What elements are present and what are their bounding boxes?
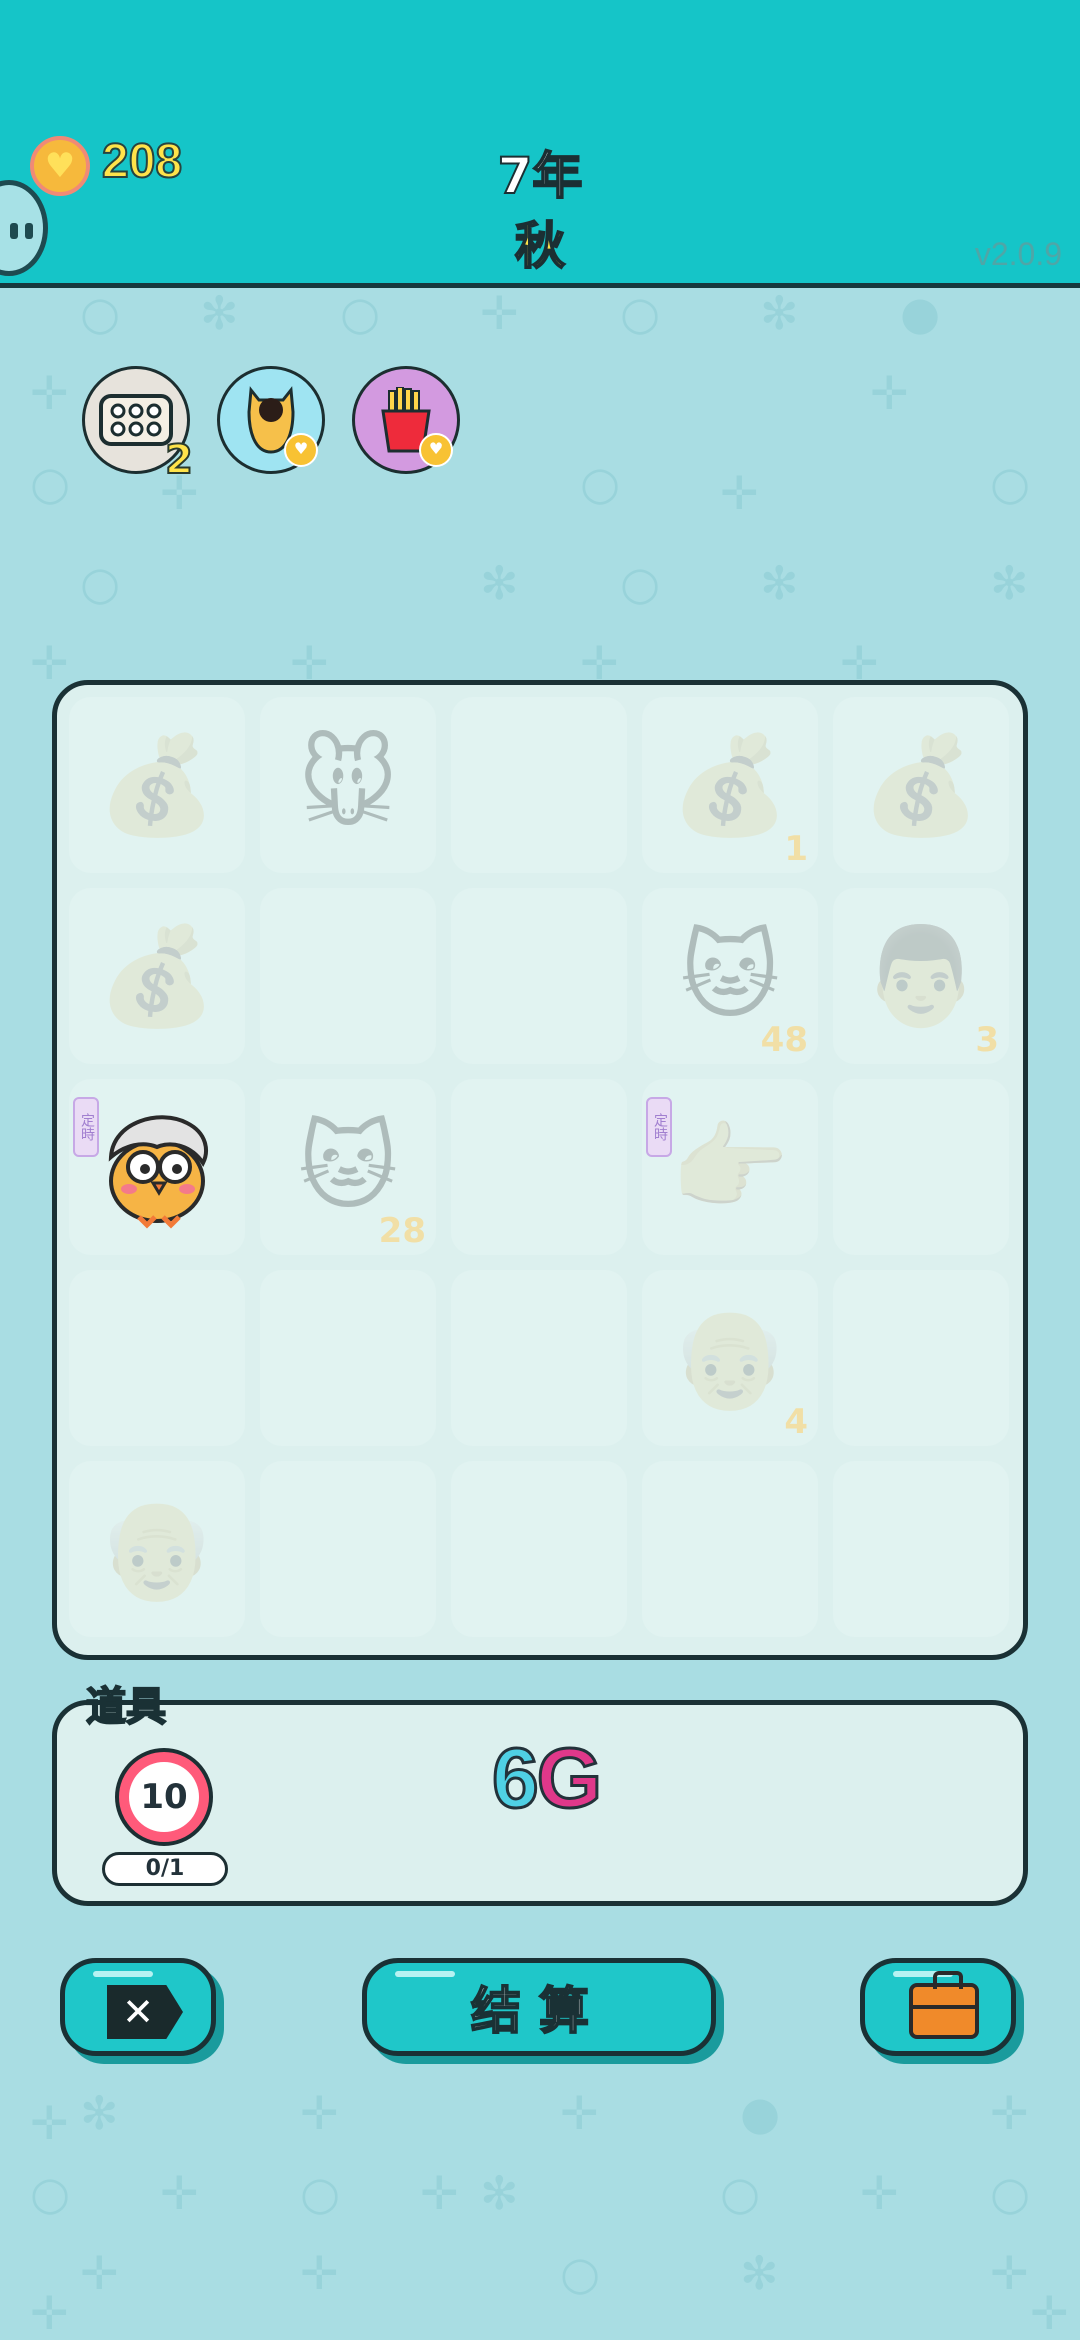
old-man-face-icon: 👴 <box>97 1492 217 1605</box>
cell-tag: 定時 <box>646 1097 672 1157</box>
board-cell[interactable] <box>833 1270 1009 1446</box>
cell-count: 28 <box>378 1211 426 1251</box>
heart-badge-icon: ♥ <box>284 433 318 467</box>
board-cell[interactable] <box>451 888 627 1064</box>
board-cell[interactable] <box>451 697 627 873</box>
board-cell[interactable] <box>451 1461 627 1637</box>
board-cell[interactable]: 💰 <box>833 697 1009 873</box>
board-cell[interactable] <box>833 1461 1009 1637</box>
board-cell[interactable]: 🐭 <box>260 697 436 873</box>
board-cell[interactable]: 🐱 48 <box>642 888 818 1064</box>
board-cell[interactable]: 👴 <box>69 1461 245 1637</box>
item-count: 0/1 <box>102 1852 228 1886</box>
board-cell[interactable]: 💰 1 <box>642 697 818 873</box>
board-cell[interactable]: 👨 3 <box>833 888 1009 1064</box>
board-cell[interactable]: 👉 定時 <box>642 1079 818 1255</box>
board-cell[interactable] <box>260 888 436 1064</box>
cell-count: 48 <box>760 1020 808 1060</box>
board-cell[interactable] <box>451 1079 627 1255</box>
effect-egg-tray[interactable]: 2 <box>82 366 194 484</box>
effect-quantity: 2 <box>164 436 194 484</box>
board-cell[interactable] <box>69 1270 245 1446</box>
target-item-value: 10 <box>129 1762 199 1832</box>
cell-count: 4 <box>784 1402 808 1442</box>
logo-six: 6 <box>491 1730 541 1827</box>
board-cell[interactable]: 💰 <box>69 697 245 873</box>
version-label: v2.0.9 <box>974 236 1062 272</box>
briefcase-icon <box>909 1971 979 2039</box>
year-label: 7年 <box>497 146 584 206</box>
top-bar: 208 7年 秋 v2.0.9 <box>0 0 1080 288</box>
board-cell[interactable] <box>260 1461 436 1637</box>
board-cell[interactable]: 👴 4 <box>642 1270 818 1446</box>
board-cell[interactable]: 定時 <box>69 1079 245 1255</box>
6g-logo: 6G <box>491 1730 604 1827</box>
money-bag-icon: 💰 <box>97 728 217 841</box>
board-cell[interactable] <box>451 1270 627 1446</box>
money-bag-icon: 💰 <box>861 728 981 841</box>
board-cell[interactable] <box>642 1461 818 1637</box>
board-cell[interactable] <box>833 1079 1009 1255</box>
season-label: 秋 <box>514 216 566 276</box>
money-bag-icon: 💰 <box>97 919 217 1032</box>
cell-count: 1 <box>784 829 808 869</box>
logo-g: G <box>535 1730 603 1827</box>
heart-badge-icon: ♥ <box>419 433 453 467</box>
items-label: 道具 <box>85 1683 167 1731</box>
close-x-icon: ✕ <box>107 1985 183 2039</box>
settle-label: 结算 <box>470 1981 607 2041</box>
cell-count: 3 <box>975 1020 999 1060</box>
effect-fries[interactable]: ♥ <box>352 366 460 474</box>
board-cell[interactable] <box>260 1270 436 1446</box>
bird-character-icon <box>108 1115 208 1229</box>
settle-button[interactable]: 结算 <box>362 1958 716 2056</box>
target-item[interactable]: 10 <box>115 1748 213 1846</box>
mouse-icon: 🐭 <box>297 729 399 841</box>
bag-button[interactable] <box>860 1958 1016 2056</box>
board-cell[interactable]: 🐱 28 <box>260 1079 436 1255</box>
cell-tag: 定時 <box>73 1097 99 1157</box>
close-button[interactable]: ✕ <box>60 1958 216 2056</box>
board-cell[interactable]: 💰 <box>69 888 245 1064</box>
game-board: 💰 🐭 💰 1 💰 💰 🐱 48 👨 3 定時 🐱 28 👉 定時 👴 4 👴 <box>52 680 1028 1660</box>
effect-cat[interactable]: ♥ <box>217 366 325 474</box>
